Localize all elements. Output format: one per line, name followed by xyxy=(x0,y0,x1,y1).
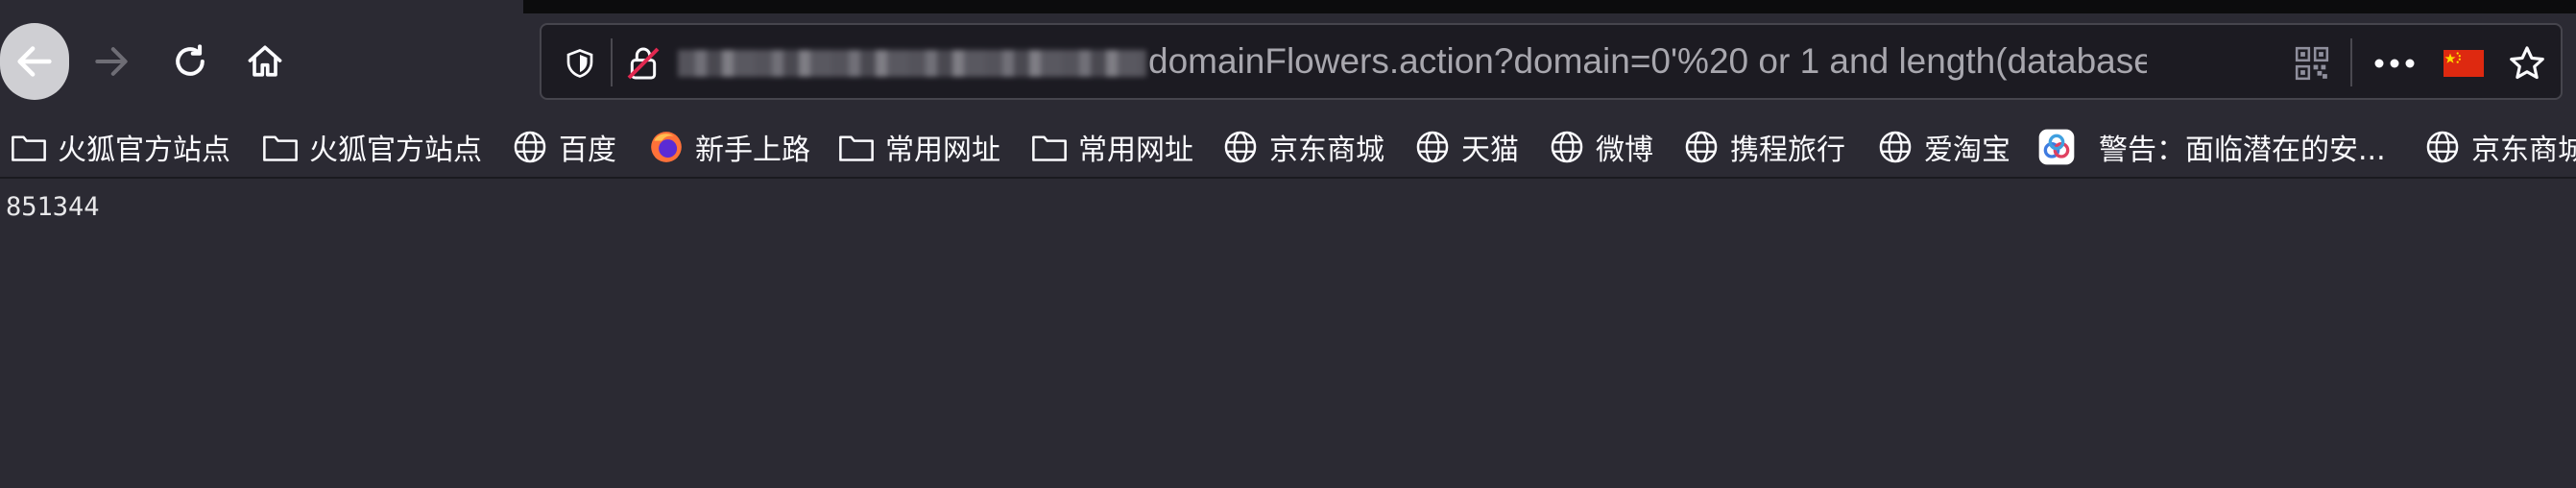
address-bar-separator xyxy=(611,38,613,86)
arrow-left-icon xyxy=(12,39,57,84)
tab-strip xyxy=(523,0,2576,13)
reload-button[interactable] xyxy=(161,33,219,90)
home-button[interactable] xyxy=(236,33,294,90)
reload-icon xyxy=(169,40,211,83)
globe-icon xyxy=(1876,128,1914,166)
bookmark-label: 京东商城 xyxy=(1269,134,1384,167)
bookmark-label: 微博 xyxy=(1596,134,1653,167)
bookmark-star-icon[interactable] xyxy=(2502,38,2552,88)
globe-icon xyxy=(1221,128,1260,166)
address-bar[interactable]: domainFlowers.action?domain=0'%20 or 1 a… xyxy=(540,23,2563,100)
bookmark-label: 常用网址 xyxy=(885,134,1000,167)
bookmark-label: 新手上路 xyxy=(695,134,810,167)
globe-icon xyxy=(1413,128,1452,166)
qr-code-icon[interactable] xyxy=(2289,40,2335,86)
bookmark-label: 百度 xyxy=(559,134,616,167)
bookmark-link[interactable]: 天猫 xyxy=(1413,123,1519,171)
bookmark-link[interactable]: 警告：面临潜在的安... xyxy=(2037,123,2386,171)
china-flag-icon[interactable] xyxy=(2441,40,2487,86)
bookmark-label: 爱淘宝 xyxy=(1924,134,2010,167)
bookmark-label: 警告：面临潜在的安... xyxy=(2099,134,2386,167)
folder-icon xyxy=(10,128,48,166)
navigation-toolbar: domainFlowers.action?domain=0'%20 or 1 a… xyxy=(0,13,2576,117)
bookmark-link[interactable]: 新手上路 xyxy=(647,123,810,171)
insecure-lock-icon[interactable] xyxy=(618,38,668,88)
bookmark-label: 火狐官方站点 xyxy=(309,134,482,167)
address-bar-separator xyxy=(2350,38,2352,86)
bookmark-link[interactable]: 京东商城 xyxy=(2423,123,2576,171)
bookmark-link[interactable]: 爱淘宝 xyxy=(1876,123,2010,171)
bookmark-folder[interactable]: 常用网址 xyxy=(1030,123,1193,171)
bookmark-link[interactable]: 微博 xyxy=(1548,123,1653,171)
page-content: 851344 xyxy=(0,179,2576,488)
url-text[interactable]: domainFlowers.action?domain=0'%20 or 1 a… xyxy=(1148,25,2147,98)
globe-icon xyxy=(2423,128,2462,166)
bookmark-folder[interactable]: 火狐官方站点 xyxy=(10,123,230,171)
bookmarks-toolbar: 火狐官方站点 火狐官方站点 百度 新手上路 常用网址 常用网址 京东商城 天猫 … xyxy=(0,117,2576,179)
page-actions-more-icon[interactable] xyxy=(2366,40,2423,86)
bookmark-link[interactable]: 京东商城 xyxy=(1221,123,1384,171)
globe-icon xyxy=(1682,128,1721,166)
tracking-protection-shield-icon[interactable] xyxy=(555,38,605,88)
bookmark-label: 京东商城 xyxy=(2471,134,2576,167)
folder-icon xyxy=(837,128,876,166)
arrow-right-icon xyxy=(90,40,132,83)
forward-button[interactable] xyxy=(83,33,140,90)
folder-icon xyxy=(1030,128,1069,166)
bookmark-link[interactable]: 百度 xyxy=(511,123,616,171)
bookmark-folder[interactable]: 火狐官方站点 xyxy=(261,123,482,171)
bookmark-label: 携程旅行 xyxy=(1730,134,1845,167)
bookmark-link[interactable]: 携程旅行 xyxy=(1682,123,1845,171)
firefox-icon xyxy=(647,128,686,166)
bookmark-label: 天猫 xyxy=(1461,134,1519,167)
globe-icon xyxy=(1548,128,1586,166)
bookmark-label: 火狐官方站点 xyxy=(58,134,230,167)
folder-icon xyxy=(261,128,300,166)
app-icon xyxy=(2037,128,2076,166)
page-body-text: 851344 xyxy=(6,192,100,222)
url-redacted-host xyxy=(678,50,1146,77)
home-icon xyxy=(244,40,286,83)
back-button[interactable] xyxy=(0,23,69,100)
bookmark-folder[interactable]: 常用网址 xyxy=(837,123,1000,171)
bookmark-label: 常用网址 xyxy=(1078,134,1193,167)
globe-icon xyxy=(511,128,549,166)
browser-window: domainFlowers.action?domain=0'%20 or 1 a… xyxy=(0,0,2576,488)
